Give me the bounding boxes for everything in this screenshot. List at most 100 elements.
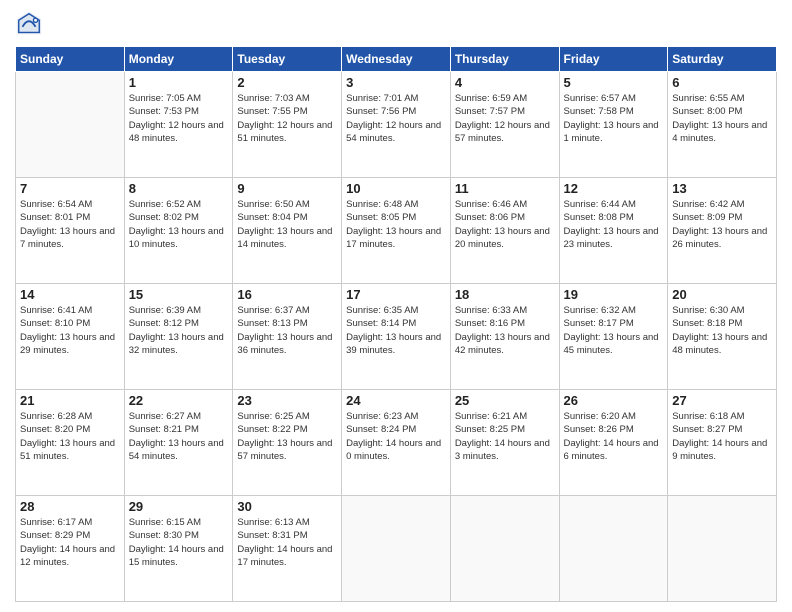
calendar-day-cell: 10 Sunrise: 6:48 AMSunset: 8:05 PMDaylig… [342,178,451,284]
day-number: 20 [672,287,772,302]
calendar-day-cell: 28 Sunrise: 6:17 AMSunset: 8:29 PMDaylig… [16,496,125,602]
day-number: 22 [129,393,229,408]
day-number: 2 [237,75,337,90]
calendar-day-cell: 25 Sunrise: 6:21 AMSunset: 8:25 PMDaylig… [450,390,559,496]
day-info: Sunrise: 6:27 AMSunset: 8:21 PMDaylight:… [129,410,229,463]
day-number: 19 [564,287,664,302]
calendar-day-cell: 2 Sunrise: 7:03 AMSunset: 7:55 PMDayligh… [233,72,342,178]
day-number: 12 [564,181,664,196]
calendar-week-row: 7 Sunrise: 6:54 AMSunset: 8:01 PMDayligh… [16,178,777,284]
calendar-day-cell: 20 Sunrise: 6:30 AMSunset: 8:18 PMDaylig… [668,284,777,390]
day-info: Sunrise: 6:25 AMSunset: 8:22 PMDaylight:… [237,410,337,463]
day-number: 1 [129,75,229,90]
logo [15,10,47,38]
calendar-day-cell: 12 Sunrise: 6:44 AMSunset: 8:08 PMDaylig… [559,178,668,284]
calendar-day-cell: 19 Sunrise: 6:32 AMSunset: 8:17 PMDaylig… [559,284,668,390]
calendar-day-cell: 30 Sunrise: 6:13 AMSunset: 8:31 PMDaylig… [233,496,342,602]
calendar-day-cell: 24 Sunrise: 6:23 AMSunset: 8:24 PMDaylig… [342,390,451,496]
day-info: Sunrise: 6:55 AMSunset: 8:00 PMDaylight:… [672,92,772,145]
day-number: 11 [455,181,555,196]
calendar-day-cell [559,496,668,602]
day-number: 15 [129,287,229,302]
calendar-day-cell [342,496,451,602]
day-number: 29 [129,499,229,514]
calendar-header-cell: Monday [124,47,233,72]
day-info: Sunrise: 6:18 AMSunset: 8:27 PMDaylight:… [672,410,772,463]
day-number: 13 [672,181,772,196]
day-number: 6 [672,75,772,90]
logo-icon [15,10,43,38]
calendar-day-cell: 7 Sunrise: 6:54 AMSunset: 8:01 PMDayligh… [16,178,125,284]
day-info: Sunrise: 6:37 AMSunset: 8:13 PMDaylight:… [237,304,337,357]
calendar-day-cell: 4 Sunrise: 6:59 AMSunset: 7:57 PMDayligh… [450,72,559,178]
day-number: 23 [237,393,337,408]
day-number: 8 [129,181,229,196]
day-info: Sunrise: 7:01 AMSunset: 7:56 PMDaylight:… [346,92,446,145]
calendar-day-cell: 16 Sunrise: 6:37 AMSunset: 8:13 PMDaylig… [233,284,342,390]
day-number: 18 [455,287,555,302]
calendar-day-cell: 6 Sunrise: 6:55 AMSunset: 8:00 PMDayligh… [668,72,777,178]
calendar-day-cell [450,496,559,602]
day-info: Sunrise: 6:17 AMSunset: 8:29 PMDaylight:… [20,516,120,569]
calendar-header-cell: Wednesday [342,47,451,72]
day-info: Sunrise: 7:03 AMSunset: 7:55 PMDaylight:… [237,92,337,145]
calendar-day-cell: 29 Sunrise: 6:15 AMSunset: 8:30 PMDaylig… [124,496,233,602]
calendar-day-cell: 17 Sunrise: 6:35 AMSunset: 8:14 PMDaylig… [342,284,451,390]
calendar-day-cell: 8 Sunrise: 6:52 AMSunset: 8:02 PMDayligh… [124,178,233,284]
calendar-day-cell: 14 Sunrise: 6:41 AMSunset: 8:10 PMDaylig… [16,284,125,390]
calendar-day-cell: 1 Sunrise: 7:05 AMSunset: 7:53 PMDayligh… [124,72,233,178]
day-number: 21 [20,393,120,408]
day-info: Sunrise: 6:20 AMSunset: 8:26 PMDaylight:… [564,410,664,463]
calendar-header-cell: Sunday [16,47,125,72]
day-number: 24 [346,393,446,408]
calendar-day-cell [668,496,777,602]
day-info: Sunrise: 6:21 AMSunset: 8:25 PMDaylight:… [455,410,555,463]
day-info: Sunrise: 6:35 AMSunset: 8:14 PMDaylight:… [346,304,446,357]
calendar-day-cell: 21 Sunrise: 6:28 AMSunset: 8:20 PMDaylig… [16,390,125,496]
day-info: Sunrise: 6:57 AMSunset: 7:58 PMDaylight:… [564,92,664,145]
day-number: 4 [455,75,555,90]
calendar-day-cell: 13 Sunrise: 6:42 AMSunset: 8:09 PMDaylig… [668,178,777,284]
calendar-day-cell: 3 Sunrise: 7:01 AMSunset: 7:56 PMDayligh… [342,72,451,178]
day-number: 25 [455,393,555,408]
calendar-header-cell: Saturday [668,47,777,72]
calendar-day-cell: 23 Sunrise: 6:25 AMSunset: 8:22 PMDaylig… [233,390,342,496]
calendar-day-cell: 27 Sunrise: 6:18 AMSunset: 8:27 PMDaylig… [668,390,777,496]
calendar-day-cell: 9 Sunrise: 6:50 AMSunset: 8:04 PMDayligh… [233,178,342,284]
day-info: Sunrise: 6:23 AMSunset: 8:24 PMDaylight:… [346,410,446,463]
calendar-table: SundayMondayTuesdayWednesdayThursdayFrid… [15,46,777,602]
day-info: Sunrise: 6:33 AMSunset: 8:16 PMDaylight:… [455,304,555,357]
day-info: Sunrise: 6:32 AMSunset: 8:17 PMDaylight:… [564,304,664,357]
day-number: 27 [672,393,772,408]
day-info: Sunrise: 6:46 AMSunset: 8:06 PMDaylight:… [455,198,555,251]
header [15,10,777,38]
day-number: 30 [237,499,337,514]
day-info: Sunrise: 6:13 AMSunset: 8:31 PMDaylight:… [237,516,337,569]
calendar-week-row: 21 Sunrise: 6:28 AMSunset: 8:20 PMDaylig… [16,390,777,496]
day-number: 17 [346,287,446,302]
day-number: 10 [346,181,446,196]
calendar-week-row: 1 Sunrise: 7:05 AMSunset: 7:53 PMDayligh… [16,72,777,178]
calendar-week-row: 28 Sunrise: 6:17 AMSunset: 8:29 PMDaylig… [16,496,777,602]
day-info: Sunrise: 6:54 AMSunset: 8:01 PMDaylight:… [20,198,120,251]
calendar-day-cell: 26 Sunrise: 6:20 AMSunset: 8:26 PMDaylig… [559,390,668,496]
day-info: Sunrise: 6:42 AMSunset: 8:09 PMDaylight:… [672,198,772,251]
calendar-day-cell: 11 Sunrise: 6:46 AMSunset: 8:06 PMDaylig… [450,178,559,284]
day-number: 14 [20,287,120,302]
page: SundayMondayTuesdayWednesdayThursdayFrid… [0,0,792,612]
day-info: Sunrise: 6:15 AMSunset: 8:30 PMDaylight:… [129,516,229,569]
day-info: Sunrise: 6:30 AMSunset: 8:18 PMDaylight:… [672,304,772,357]
calendar-day-cell: 5 Sunrise: 6:57 AMSunset: 7:58 PMDayligh… [559,72,668,178]
calendar-week-row: 14 Sunrise: 6:41 AMSunset: 8:10 PMDaylig… [16,284,777,390]
day-number: 7 [20,181,120,196]
day-number: 5 [564,75,664,90]
calendar-header-row: SundayMondayTuesdayWednesdayThursdayFrid… [16,47,777,72]
day-info: Sunrise: 6:59 AMSunset: 7:57 PMDaylight:… [455,92,555,145]
day-number: 26 [564,393,664,408]
day-number: 9 [237,181,337,196]
calendar-day-cell [16,72,125,178]
day-info: Sunrise: 6:44 AMSunset: 8:08 PMDaylight:… [564,198,664,251]
calendar-day-cell: 22 Sunrise: 6:27 AMSunset: 8:21 PMDaylig… [124,390,233,496]
day-info: Sunrise: 6:41 AMSunset: 8:10 PMDaylight:… [20,304,120,357]
day-number: 16 [237,287,337,302]
